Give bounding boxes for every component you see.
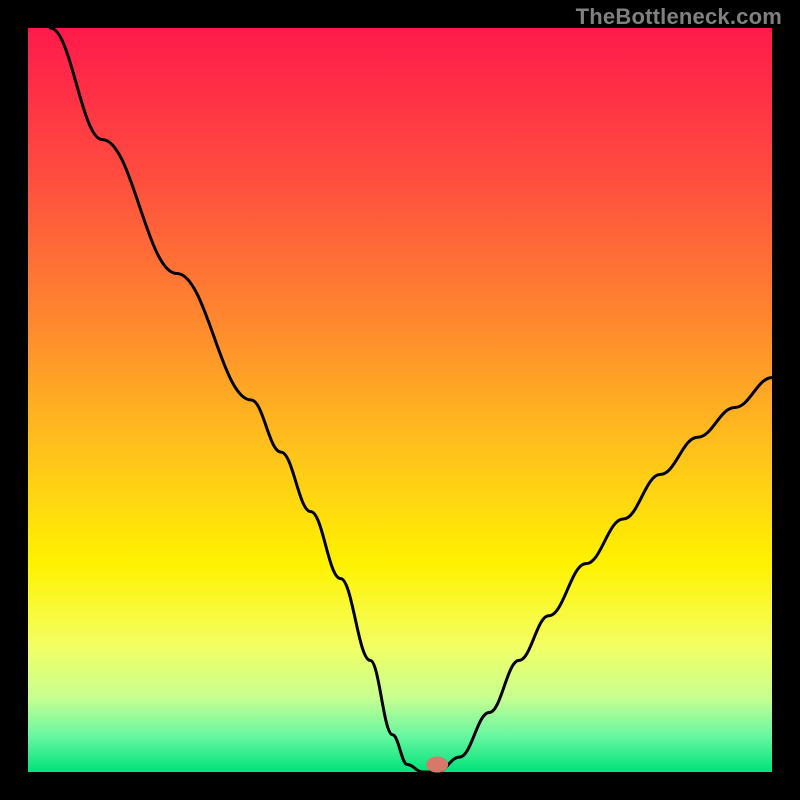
watermark-text: TheBottleneck.com: [576, 4, 782, 30]
plot-area: [28, 28, 772, 772]
optimal-marker: [426, 757, 448, 773]
chart-frame: TheBottleneck.com: [0, 0, 800, 800]
bottleneck-chart: [0, 0, 800, 800]
